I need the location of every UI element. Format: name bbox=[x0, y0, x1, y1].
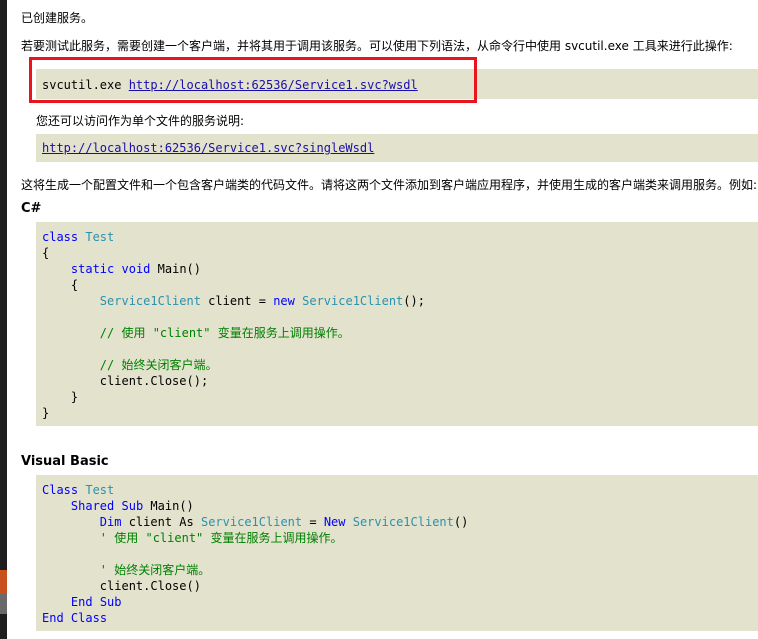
vb-kw-sub: Sub bbox=[121, 499, 144, 513]
csharp-line-7: // 使用 "client" 变量在服务上调用操作。 bbox=[42, 325, 350, 341]
type-client-ctor: Service1Client bbox=[302, 294, 404, 308]
var-decl: client = bbox=[200, 294, 274, 308]
vb-kw-shared: Shared bbox=[70, 499, 115, 513]
csharp-line-4: { bbox=[42, 277, 78, 293]
vb-line-2: Shared Sub Main() bbox=[42, 498, 194, 514]
method-name: Main() bbox=[157, 262, 201, 276]
vb-kw-end-class: End bbox=[42, 611, 64, 625]
comment-use-client: // 使用 "client" 变量在服务上调用操作。 bbox=[99, 326, 350, 340]
vb-comment-use-client: ' 使用 "client" 变量在服务上调用操作。 bbox=[99, 531, 343, 545]
left-window-edge bbox=[0, 0, 7, 639]
vb-line-8: End Sub bbox=[42, 594, 122, 610]
generate-text: 这将生成一个配置文件和一个包含客户端类的代码文件。请将这两个文件添加到客户端应用… bbox=[21, 178, 758, 192]
instruction-prefix: 若要测试此服务，需要创建一个客户端，并将其用于调用该服务。可以使用下列语法，从命… bbox=[21, 39, 562, 53]
csharp-line-3: static void Main() bbox=[42, 261, 201, 277]
taskbar-accent bbox=[0, 570, 7, 594]
vb-kw-sub-end: Sub bbox=[99, 595, 122, 609]
brace-close-inner: } bbox=[70, 390, 79, 404]
vb-line-7: client.Close() bbox=[42, 578, 201, 594]
vb-equals: = bbox=[302, 515, 324, 529]
csharp-line-11: } bbox=[42, 389, 78, 405]
vb-kw-class-end: Class bbox=[70, 611, 108, 625]
vb-kw-new: New bbox=[323, 515, 346, 529]
type-client: Service1Client bbox=[99, 294, 201, 308]
vb-kw-end-sub: End bbox=[70, 595, 93, 609]
single-file-text: 您还可以访问作为单个文件的服务说明: bbox=[36, 114, 245, 128]
kw-static: static bbox=[70, 262, 115, 276]
vb-class-name: Test bbox=[85, 483, 115, 497]
csharp-line-5: Service1Client client = new Service1Clie… bbox=[42, 293, 425, 309]
vb-kw-class: Class bbox=[42, 483, 79, 497]
vb-line-3: Dim client As Service1Client = New Servi… bbox=[42, 514, 469, 530]
close-call: client.Close(); bbox=[99, 374, 209, 388]
vb-kw-dim: Dim bbox=[99, 515, 122, 529]
csharp-line-12: } bbox=[42, 406, 50, 420]
taskbar-accent-2 bbox=[0, 594, 7, 614]
single-wsdl-link[interactable]: http://localhost:62536/Service1.svc?sing… bbox=[42, 141, 374, 155]
created-text: 已创建服务。 bbox=[21, 11, 94, 25]
class-name: Test bbox=[85, 230, 115, 244]
csharp-line-9: // 始终关闭客户端。 bbox=[42, 357, 218, 373]
vb-client-as: client As bbox=[121, 515, 201, 529]
csharp-code-box: class Test { static void Main() { Servic… bbox=[36, 222, 758, 426]
kw-class: class bbox=[42, 230, 79, 244]
vb-close-call: client.Close() bbox=[99, 579, 201, 593]
vb-line-6: ' 始终关闭客户端。 bbox=[42, 562, 210, 578]
csharp-line-2: { bbox=[42, 246, 50, 260]
kw-new: new bbox=[273, 294, 295, 308]
comment-close-client: // 始终关闭客户端。 bbox=[99, 358, 218, 372]
vb-code-box: Class Test Shared Sub Main() Dim client … bbox=[36, 475, 758, 631]
kw-void: void bbox=[121, 262, 151, 276]
vb-line-9: End Class bbox=[42, 610, 107, 626]
vb-comment-close-client: ' 始终关闭客户端。 bbox=[99, 563, 211, 577]
csharp-line-1: class Test bbox=[42, 229, 114, 245]
vb-heading: Visual Basic bbox=[21, 454, 109, 469]
csharp-heading: C# bbox=[21, 201, 42, 216]
vb-type-client-ctor: Service1Client bbox=[352, 515, 454, 529]
call-end: (); bbox=[403, 294, 425, 308]
brace-open: { bbox=[70, 278, 79, 292]
single-wsdl-code-box: http://localhost:62536/Service1.svc?sing… bbox=[36, 134, 758, 162]
highlight-box bbox=[29, 57, 477, 103]
vb-type-client: Service1Client bbox=[200, 515, 303, 529]
instruction-suffix: 工具来进行此操作: bbox=[632, 39, 733, 53]
tool-name: svcutil.exe bbox=[561, 39, 633, 53]
vb-line-1: Class Test bbox=[42, 482, 114, 498]
single-wsdl-line: http://localhost:62536/Service1.svc?sing… bbox=[42, 140, 374, 156]
vb-line-4: ' 使用 "client" 变量在服务上调用操作。 bbox=[42, 530, 343, 546]
instruction-text: 若要测试此服务，需要创建一个客户端，并将其用于调用该服务。可以使用下列语法，从命… bbox=[21, 38, 733, 54]
vb-method: Main() bbox=[150, 499, 194, 513]
csharp-line-10: client.Close(); bbox=[42, 373, 208, 389]
vb-call-end: () bbox=[453, 515, 469, 529]
